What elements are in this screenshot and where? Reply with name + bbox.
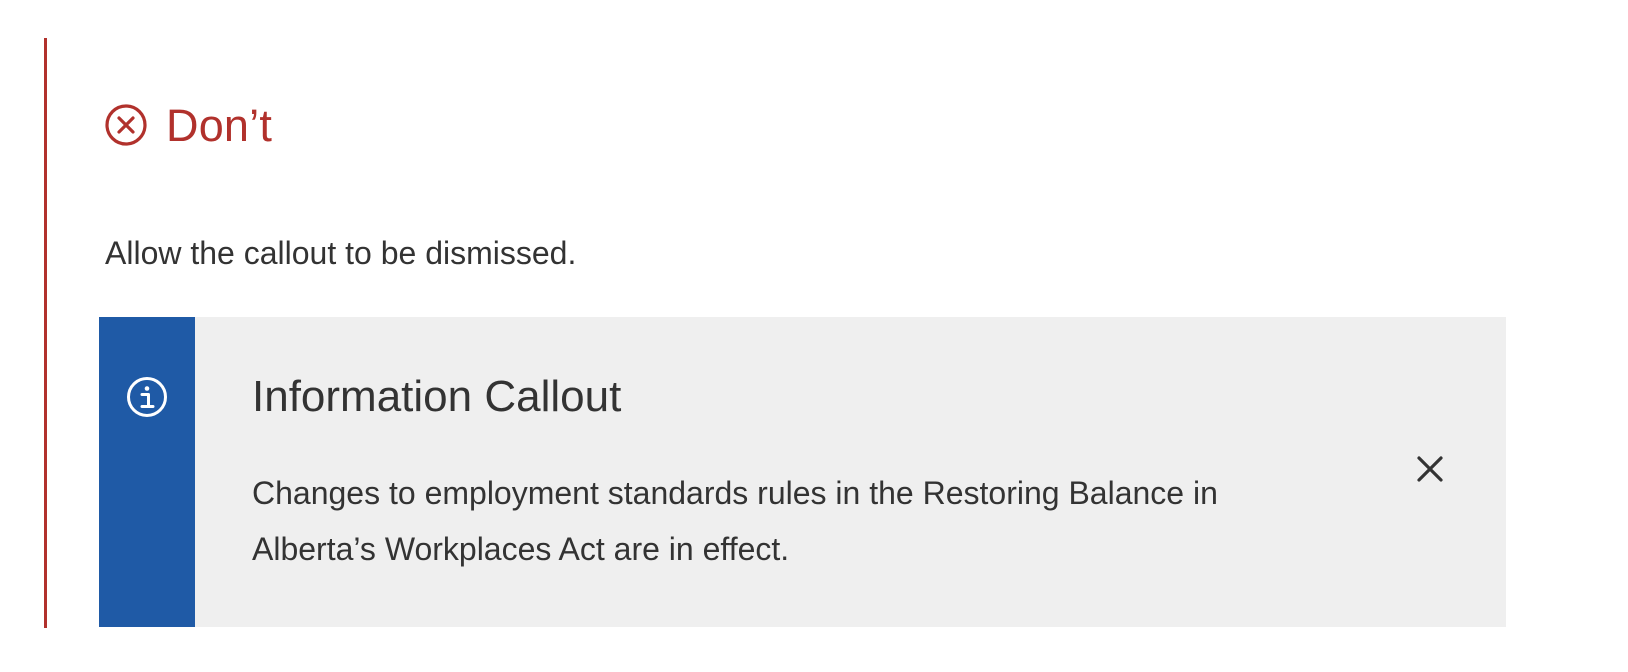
guideline-type-label: Don’t [166,99,273,151]
close-icon [1417,456,1443,482]
callout-message: Changes to employment standards rules in… [252,475,1218,567]
guideline-heading: Don’t [103,90,272,160]
information-callout: Information Callout Changes to employmen… [99,317,1506,627]
callout-accent-stripe [99,317,195,627]
close-circle-icon [105,104,147,146]
guideline-description: Allow the callout to be dismissed. [105,235,577,271]
dont-guideline-panel: Don’t Allow the callout to be dismissed.… [44,38,1584,628]
callout-title: Information Callout [252,372,622,421]
dismiss-callout-button[interactable] [1410,449,1450,489]
information-icon [127,377,167,417]
callout-content: Information Callout Changes to employmen… [195,317,1506,627]
